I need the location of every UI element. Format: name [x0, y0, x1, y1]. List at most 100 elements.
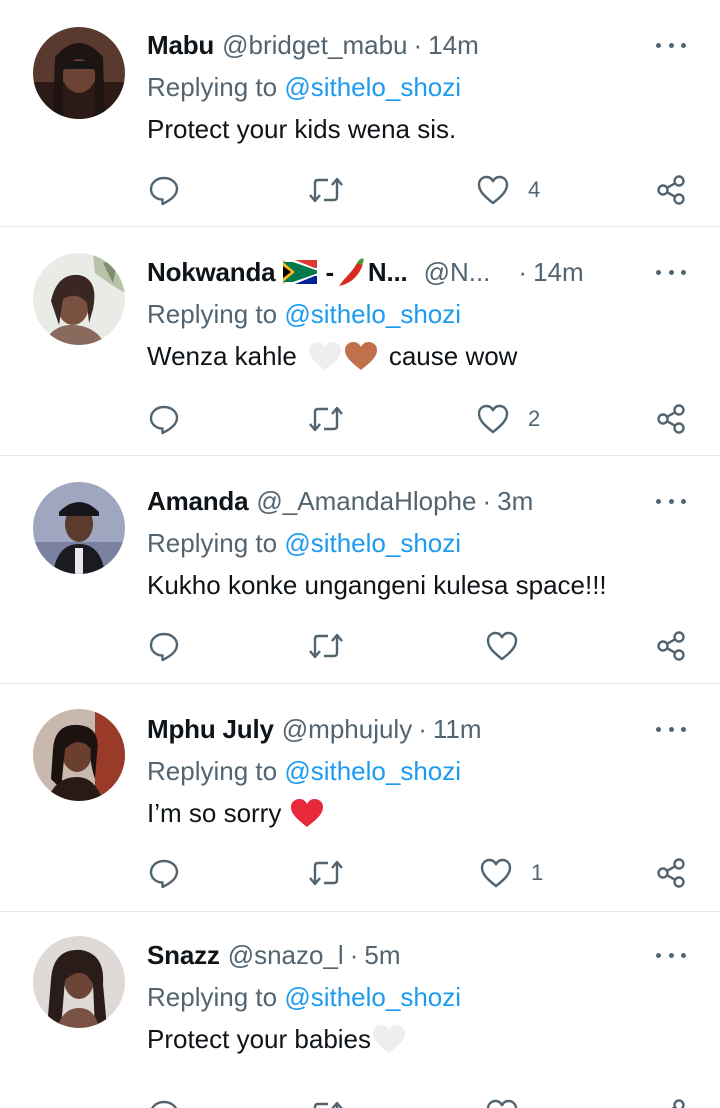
- tweet-nokwanda[interactable]: Nokwanda - N... @N... · 14m Replying to …: [0, 227, 720, 456]
- like-button[interactable]: [485, 1096, 537, 1108]
- like-button[interactable]: 1: [479, 855, 543, 891]
- reply-icon: [149, 176, 179, 206]
- retweet-icon: [309, 860, 343, 886]
- retweet-button[interactable]: [308, 855, 344, 891]
- display-name[interactable]: Mphu July: [147, 712, 274, 746]
- avatar[interactable]: [33, 253, 125, 345]
- user-handle[interactable]: @N...: [424, 255, 491, 289]
- mention-link[interactable]: @sithelo_shozi: [284, 756, 461, 786]
- dot-icon: [681, 269, 686, 275]
- tweet-snazz[interactable]: Snazz @snazo_l · 5m Replying to @sithelo…: [0, 912, 720, 1108]
- user-handle[interactable]: @snazo_l: [228, 938, 344, 972]
- tweet-mabu[interactable]: Mabu @bridget_mabu · 14m Replying to @si…: [0, 0, 720, 227]
- tweet-text-content: Kukho konke ungangeni kulesa space!!!: [147, 570, 607, 600]
- replying-to: Replying to @sithelo_shozi: [147, 754, 461, 788]
- replies-feed: Mabu @bridget_mabu · 14m Replying to @si…: [0, 0, 720, 1108]
- user-handle[interactable]: @_AmandaHlophe: [256, 484, 476, 518]
- user-handle[interactable]: @mphujuly: [282, 712, 412, 746]
- share-button[interactable]: [655, 1096, 687, 1108]
- avatar[interactable]: [33, 482, 125, 574]
- tweet-header: Mabu @bridget_mabu · 14m: [147, 28, 640, 62]
- retweet-icon: [313, 1101, 343, 1108]
- replying-to-label: Replying to: [147, 72, 278, 102]
- replying-to-label: Replying to: [147, 528, 278, 558]
- replying-to: Replying to @sithelo_shozi: [147, 980, 461, 1014]
- share-button[interactable]: [655, 172, 687, 208]
- share-button[interactable]: [655, 401, 687, 437]
- action-bar: 1: [0, 855, 720, 891]
- avatar-image: [33, 253, 125, 345]
- tweet-header: Snazz @snazo_l · 5m: [147, 938, 640, 972]
- avatar[interactable]: [33, 709, 125, 801]
- timestamp[interactable]: 5m: [364, 938, 400, 972]
- like-button[interactable]: [485, 628, 537, 664]
- south-africa-flag-icon: [283, 260, 318, 284]
- dot-icon: [681, 952, 686, 958]
- mention-link[interactable]: @sithelo_shozi: [284, 72, 461, 102]
- like-count: 4: [528, 177, 541, 202]
- retweet-button[interactable]: [308, 401, 344, 437]
- reply-icon: [149, 859, 179, 889]
- timestamp[interactable]: 3m: [497, 484, 533, 518]
- mention-link[interactable]: @sithelo_shozi: [284, 528, 461, 558]
- tweet-header: Amanda @_AmandaHlophe · 3m: [147, 484, 640, 518]
- retweet-icon: [309, 633, 343, 659]
- more-options-button[interactable]: [656, 36, 686, 54]
- retweet-icon: [309, 177, 343, 203]
- retweet-button[interactable]: [308, 172, 344, 208]
- display-name[interactable]: Amanda: [147, 484, 249, 518]
- share-icon: [671, 1099, 685, 1108]
- display-name-truncated: N...: [367, 257, 408, 287]
- display-name[interactable]: Mabu: [147, 28, 214, 62]
- replying-to-label: Replying to: [147, 299, 278, 329]
- like-button[interactable]: 4: [476, 172, 540, 208]
- reply-button[interactable]: [148, 1096, 180, 1108]
- like-count: 2: [528, 406, 541, 431]
- replying-to: Replying to @sithelo_shozi: [147, 70, 461, 104]
- share-icon: [657, 175, 685, 205]
- avatar[interactable]: [33, 936, 125, 1028]
- mention-link[interactable]: @sithelo_shozi: [284, 982, 461, 1012]
- tweet-text: Kukho konke ungangeni kulesa space!!!: [147, 568, 607, 602]
- share-icon: [657, 631, 685, 661]
- like-count: 1: [531, 860, 544, 885]
- retweet-button[interactable]: [308, 1096, 344, 1108]
- tweet-header: Mphu July @mphujuly · 11m: [147, 712, 640, 746]
- user-handle[interactable]: @bridget_mabu: [222, 28, 407, 62]
- more-options-button[interactable]: [656, 263, 686, 281]
- white-heart-icon: [373, 1025, 406, 1053]
- timestamp[interactable]: 14m: [533, 255, 584, 289]
- red-heart-icon: [291, 799, 324, 827]
- share-button[interactable]: [655, 628, 687, 664]
- heart-icon: [477, 404, 509, 434]
- tweet-mphu-july[interactable]: Mphu July @mphujuly · 11m Replying to @s…: [0, 684, 720, 912]
- separator-dot: ·: [413, 30, 423, 60]
- reply-button[interactable]: [148, 401, 180, 437]
- tweet-amanda[interactable]: Amanda @_AmandaHlophe · 3m Replying to @…: [0, 456, 720, 684]
- more-options-button[interactable]: [656, 720, 686, 738]
- more-options-button[interactable]: [656, 946, 686, 964]
- tweet-text: Protect your babies: [147, 1022, 407, 1056]
- tweet-text: Wenza kahle cause wow: [147, 339, 517, 373]
- dot-icon: [656, 498, 661, 504]
- like-button[interactable]: 2: [476, 401, 540, 437]
- replying-to-label: Replying to: [147, 756, 278, 786]
- display-name[interactable]: Nokwanda: [147, 255, 276, 289]
- display-name[interactable]: Snazz: [147, 938, 220, 972]
- reply-button[interactable]: [148, 855, 180, 891]
- timestamp[interactable]: 14m: [428, 28, 479, 62]
- dot-icon: [668, 498, 674, 504]
- heart-icon: [477, 175, 509, 205]
- timestamp[interactable]: 11m: [433, 712, 482, 746]
- avatar-image: [33, 482, 125, 574]
- reply-button[interactable]: [148, 172, 180, 208]
- tweet-text: Protect your kids wena sis.: [147, 112, 456, 146]
- reply-button[interactable]: [148, 628, 180, 664]
- avatar[interactable]: [33, 27, 125, 119]
- more-options-button[interactable]: [656, 492, 686, 510]
- mention-link[interactable]: @sithelo_shozi: [284, 299, 461, 329]
- dot-icon: [681, 498, 686, 504]
- share-button[interactable]: [655, 855, 687, 891]
- retweet-button[interactable]: [308, 628, 344, 664]
- separator-dot: ·: [482, 486, 492, 516]
